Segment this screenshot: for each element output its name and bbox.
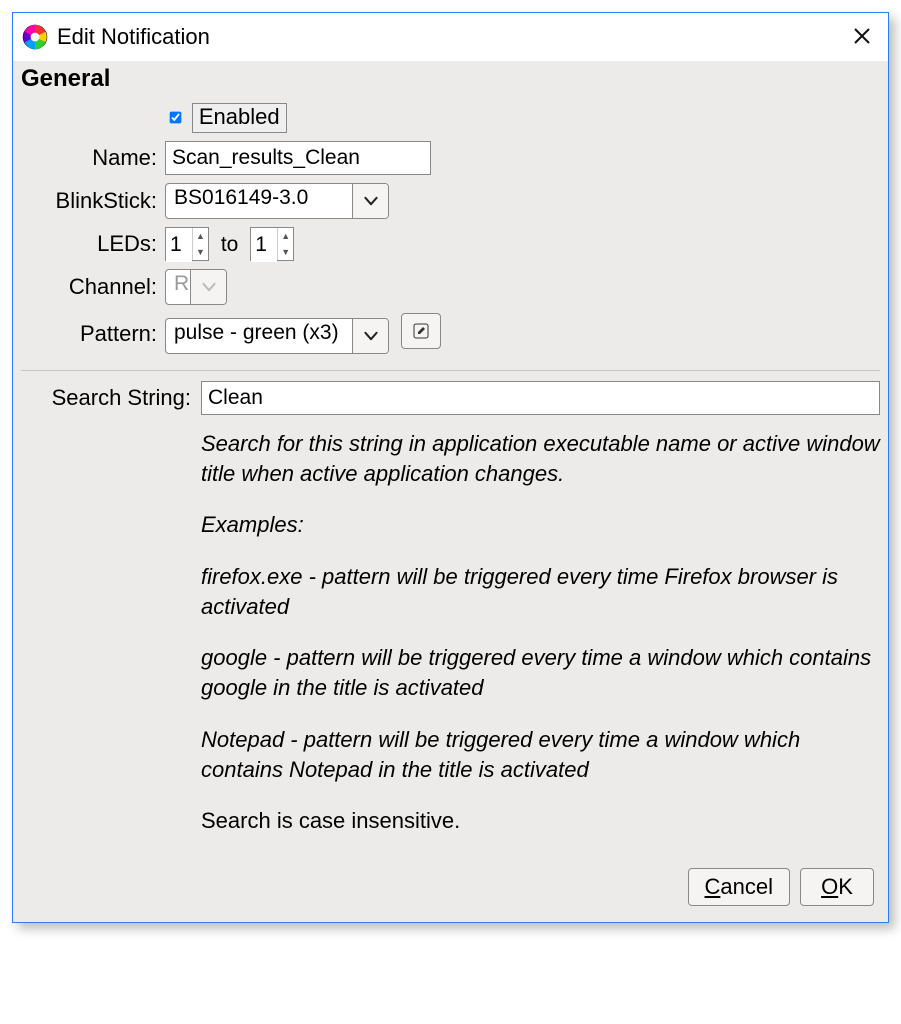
search-row: Search String: (21, 381, 880, 415)
led-to-stepper[interactable]: ▲▼ (250, 227, 294, 261)
window-title: Edit Notification (57, 24, 210, 50)
search-string-field[interactable] (201, 381, 880, 415)
led-from-stepper[interactable]: ▲▼ (165, 227, 209, 261)
channel-label: Channel: (21, 265, 161, 309)
leds-label: LEDs: (21, 223, 161, 265)
led-from-value[interactable] (166, 228, 192, 262)
led-to-value[interactable] (251, 228, 277, 262)
search-string-label: Search String: (21, 385, 191, 411)
enabled-checkbox[interactable] (170, 112, 182, 124)
search-help-text: Search for this string in application ex… (201, 429, 880, 836)
pencil-icon (413, 323, 429, 339)
help-line: firefox.exe - pattern will be triggered … (201, 562, 880, 621)
pattern-value: pulse - green (x3) (166, 319, 352, 353)
pattern-select[interactable]: pulse - green (x3) (165, 318, 389, 354)
cancel-button[interactable]: Cancel (688, 868, 790, 906)
section-divider (21, 370, 880, 371)
help-line: google - pattern will be triggered every… (201, 643, 880, 702)
blinkstick-label: BlinkStick: (21, 179, 161, 223)
name-field[interactable] (165, 141, 431, 175)
help-line: Search is case insensitive. (201, 806, 880, 836)
chevron-down-icon (190, 270, 226, 304)
cancel-rest: ancel (720, 874, 773, 899)
help-line: Examples: (201, 510, 880, 540)
app-icon (21, 23, 49, 51)
leds-to-label: to (215, 233, 245, 256)
blinkstick-select[interactable]: BS016149-3.0 (165, 183, 389, 219)
close-icon (852, 26, 872, 46)
help-line: Notepad - pattern will be triggered ever… (201, 725, 880, 784)
channel-value: R (166, 270, 190, 304)
channel-select: R (165, 269, 227, 305)
stepper-arrows-icon: ▲▼ (192, 228, 208, 260)
enabled-label: Enabled (192, 103, 287, 133)
dialog-window: Edit Notification General Enabled Name: (12, 12, 889, 923)
help-line: Search for this string in application ex… (201, 429, 880, 488)
stepper-arrows-icon: ▲▼ (277, 228, 293, 260)
form-general: Enabled Name: BlinkStick: BS016149-3.0 (21, 99, 445, 358)
close-button[interactable] (846, 24, 878, 50)
blinkstick-value: BS016149-3.0 (166, 184, 352, 218)
chevron-down-icon (352, 319, 388, 353)
ok-rest: K (838, 874, 853, 899)
dialog-content: General Enabled Name: BlinkStick: (13, 61, 888, 922)
pattern-edit-button[interactable] (401, 313, 441, 349)
chevron-down-icon (352, 184, 388, 218)
section-heading-general: General (21, 65, 880, 93)
pattern-label: Pattern: (21, 309, 161, 358)
ok-button[interactable]: OK (800, 868, 874, 906)
name-label: Name: (21, 137, 161, 179)
titlebar: Edit Notification (13, 13, 888, 61)
dialog-buttons: Cancel OK (21, 858, 880, 914)
